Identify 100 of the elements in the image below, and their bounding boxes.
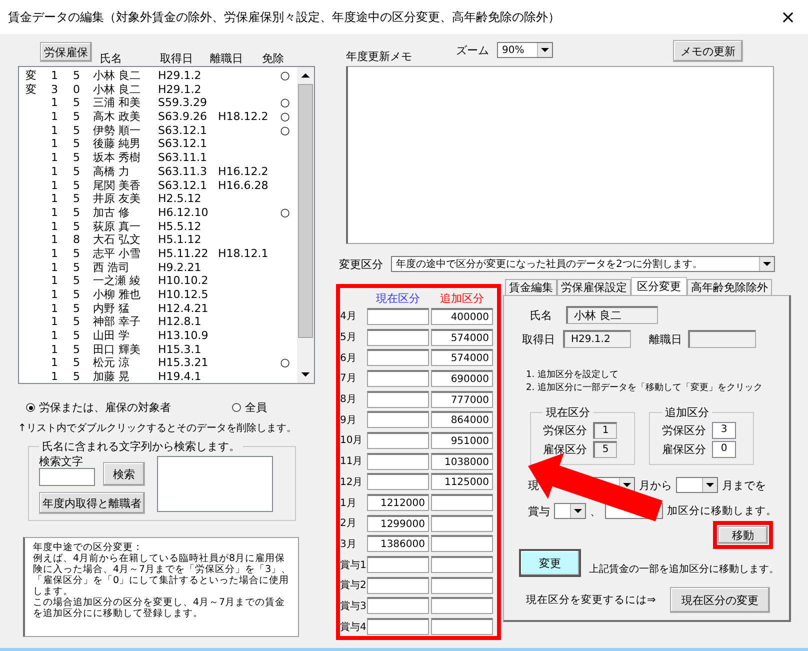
tab[interactable]: 高年齢免除除外: [687, 279, 772, 295]
wage-field[interactable]: [367, 349, 429, 366]
radio-label[interactable]: 労保または、雇保の対象者: [39, 400, 171, 415]
list-cell: 1: [51, 192, 58, 206]
wage-field[interactable]: [431, 597, 493, 614]
wage-field[interactable]: 864000: [431, 411, 493, 428]
wage-field[interactable]: [431, 514, 493, 532]
month-dropdown[interactable]: [676, 477, 718, 493]
wage-field[interactable]: 777000: [431, 390, 493, 408]
memo-label: 年度更新メモ: [346, 49, 413, 64]
list-cell: 0: [73, 82, 80, 96]
radio-label[interactable]: 全員: [245, 400, 267, 415]
list-cell: S63.11.3: [158, 164, 207, 178]
filter-button[interactable]: 労保雇保: [40, 42, 92, 62]
list-cell: 1: [51, 370, 58, 384]
list-cell: 山田 学: [93, 329, 130, 342]
wage-field[interactable]: [367, 473, 429, 490]
list-cell: H5.11.22: [158, 246, 208, 260]
tab[interactable]: 賃金編集: [505, 279, 557, 295]
radio-icon[interactable]: [26, 403, 35, 412]
list-cell: 1: [51, 329, 58, 342]
wage-field[interactable]: [367, 576, 429, 594]
wage-field[interactable]: [431, 618, 493, 636]
wage-field[interactable]: [367, 432, 429, 449]
search-button[interactable]: 検索: [103, 462, 145, 486]
change-type-dropdown[interactable]: 年度の途中で区分が変更になった社員のデータを2つに分割します。: [391, 256, 775, 272]
search-field[interactable]: [39, 468, 95, 486]
wage-field[interactable]: [367, 411, 429, 428]
field-label: 月から: [639, 478, 672, 492]
scrollbar[interactable]: [297, 67, 314, 383]
column-header: 現在区分: [375, 290, 421, 306]
column-header: 免除: [262, 51, 285, 66]
division-field[interactable]: 3: [712, 422, 736, 439]
tab[interactable]: 区分変更: [631, 277, 687, 295]
wage-field[interactable]: [431, 494, 493, 512]
explanation-text: 例えば、4月前から在籍している臨時社員が8月に雇用保険に入った場合、4月～7月までを「労保区分」を「3」、「雇保区分」を「0」にして集計するといった場合に使用します。: [33, 553, 292, 597]
list-button[interactable]: 年度内取得と離職者: [39, 492, 145, 514]
field-label: 月までを: [722, 478, 766, 492]
tab[interactable]: 労保雇保設定: [557, 279, 631, 295]
list-cell: 5: [73, 370, 80, 384]
wage-field[interactable]: 1212000: [367, 494, 429, 512]
wage-field[interactable]: 1299000: [367, 514, 429, 532]
field-label: 検索文字: [39, 454, 83, 468]
list-cell: 大石 弘文: [93, 233, 140, 246]
field-label: 労保区分: [543, 423, 587, 438]
wage-field[interactable]: [367, 618, 429, 636]
move-button[interactable]: 移動: [718, 526, 768, 544]
division-field[interactable]: 0: [712, 441, 736, 458]
wage-field[interactable]: 1125000: [431, 473, 493, 490]
list-cell: 5: [73, 192, 80, 206]
wage-field[interactable]: 1386000: [367, 535, 429, 552]
list-cell: S63.9.26: [158, 110, 207, 124]
wage-field[interactable]: 400000: [431, 308, 493, 325]
list-cell: 1: [51, 246, 58, 260]
list-cell: H5.1.12: [158, 233, 202, 246]
results-list[interactable]: [157, 456, 273, 512]
list-cell: 1: [51, 137, 58, 150]
wage-field[interactable]: [367, 328, 429, 346]
wage-field[interactable]: [367, 597, 429, 614]
wage-field[interactable]: 690000: [431, 370, 493, 387]
exempt-mark: ○: [280, 110, 290, 124]
wage-field[interactable]: [367, 452, 429, 470]
radio-icon[interactable]: [232, 403, 241, 412]
month-label: 賞与4: [340, 620, 365, 634]
list-cell: 1: [51, 315, 58, 328]
list-cell: S63.11.1: [158, 151, 207, 164]
change-division-button[interactable]: 現在区分の変更: [670, 587, 770, 613]
list-cell: S63.12.1: [158, 178, 207, 192]
employee-list[interactable]: [18, 66, 315, 384]
wage-field[interactable]: [367, 390, 429, 408]
month-label: 8月: [340, 393, 358, 406]
close-button[interactable]: ×: [768, 2, 808, 32]
memo-field[interactable]: [346, 66, 774, 244]
wage-field[interactable]: [367, 370, 429, 387]
wage-field[interactable]: [367, 308, 429, 325]
list-cell: 1: [51, 164, 58, 178]
field-label: 賞与: [528, 504, 550, 518]
wage-field[interactable]: [431, 576, 493, 594]
change-button[interactable]: 変更: [519, 549, 581, 577]
date-field: [688, 330, 756, 348]
wage-field[interactable]: 574000: [431, 349, 493, 366]
list-cell: 1: [51, 220, 58, 233]
exempt-mark: ○: [280, 69, 290, 82]
explanation-text: この場合追加区分の区分を変更し、4月～7月までの賃金を追加区分にに移動して登録します。: [33, 597, 286, 619]
wage-field[interactable]: [367, 556, 429, 574]
wage-field[interactable]: [431, 556, 493, 574]
zoom-dropdown[interactable]: 90%: [497, 42, 553, 58]
wage-field[interactable]: [431, 535, 493, 552]
wage-field[interactable]: 951000: [431, 432, 493, 449]
list-cell: 井原 友美: [93, 192, 140, 206]
list-cell: 5: [73, 137, 80, 150]
field-label: 雇保区分: [662, 442, 706, 457]
memo-update-button[interactable]: メモの更新: [673, 40, 743, 62]
field-label: 現: [528, 478, 539, 492]
bonus-dropdown[interactable]: [554, 503, 586, 519]
wage-field[interactable]: 1038000: [431, 452, 493, 470]
list-cell: H18.12.2: [218, 110, 268, 124]
list-cell: H15.3.1: [158, 342, 202, 356]
wage-field[interactable]: 574000: [431, 328, 493, 346]
instruction-text: 1. 追加区分を設定して: [526, 369, 620, 382]
